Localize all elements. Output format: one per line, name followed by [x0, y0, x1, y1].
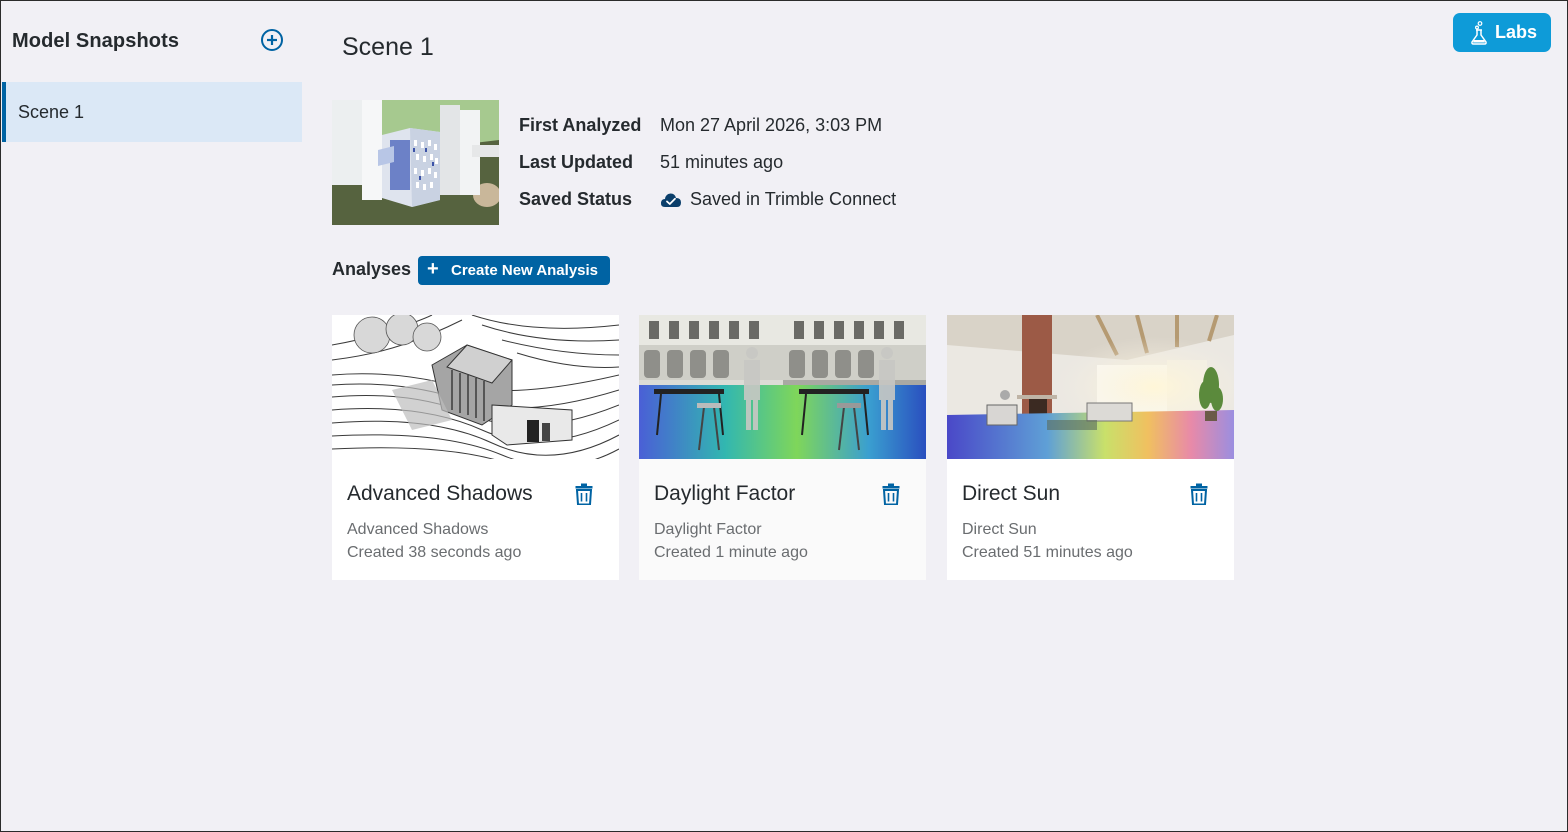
analysis-card-type: Advanced Shadows	[347, 521, 489, 538]
saved-status-value: Saved in Trimble Connect	[690, 189, 897, 209]
analysis-card-daylight-factor[interactable]: Daylight Factor Daylight Factor Created …	[639, 315, 926, 580]
app-window: Model Snapshots Scene 1 Labs Scene 1 Fir…	[0, 0, 1568, 832]
flask-icon	[1471, 21, 1487, 45]
last-updated-value: 51 minutes ago	[660, 152, 784, 172]
sidebar-item-label: Scene 1	[18, 102, 85, 122]
labs-label: Labs	[1495, 22, 1538, 42]
first-analyzed-label: First Analyzed	[519, 115, 642, 135]
analysis-card-direct-sun[interactable]: Direct Sun Direct Sun Created 51 minutes…	[947, 315, 1234, 580]
analysis-card-created: Created 1 minute ago	[654, 544, 808, 561]
sidebar-header: Model Snapshots	[12, 28, 292, 58]
analysis-card-title: Daylight Factor	[654, 482, 796, 505]
sidebar: Model Snapshots Scene 1	[2, 2, 302, 831]
analysis-card-type: Direct Sun	[962, 521, 1037, 538]
analysis-card-title: Direct Sun	[962, 482, 1061, 505]
sidebar-title: Model Snapshots	[12, 30, 180, 52]
analysis-card-created: Created 38 seconds ago	[347, 544, 522, 561]
first-analyzed-value: Mon 27 April 2026, 3:03 PM	[660, 115, 883, 135]
sidebar-item-scene-1[interactable]: Scene 1	[2, 82, 302, 142]
scene-thumbnail	[332, 100, 499, 225]
plus-circle-icon	[261, 29, 283, 51]
analysis-card-advanced-shadows[interactable]: Advanced Shadows Advanced Shadows Create…	[332, 315, 619, 580]
analysis-thumbnail	[639, 315, 926, 459]
create-new-analysis-label: Create New Analysis	[451, 262, 599, 279]
trash-icon[interactable]	[1190, 483, 1208, 506]
page-title: Scene 1	[342, 33, 434, 61]
analysis-card-title: Advanced Shadows	[347, 482, 533, 505]
create-new-analysis-button[interactable]: + Create New Analysis	[418, 256, 610, 285]
plus-icon: +	[427, 258, 439, 280]
saved-status-label: Saved Status	[519, 189, 633, 209]
analysis-card-created: Created 51 minutes ago	[962, 544, 1133, 561]
analyses-heading: Analyses	[332, 259, 412, 279]
analysis-card-type: Daylight Factor	[654, 521, 762, 538]
analysis-thumbnail	[947, 315, 1234, 459]
cloud-check-icon	[660, 191, 682, 209]
trash-icon[interactable]	[882, 483, 900, 506]
labs-button[interactable]: Labs	[1453, 13, 1551, 52]
trash-icon[interactable]	[575, 483, 593, 506]
add-snapshot-button[interactable]	[260, 28, 284, 52]
last-updated-label: Last Updated	[519, 152, 634, 172]
analysis-thumbnail	[332, 315, 619, 459]
